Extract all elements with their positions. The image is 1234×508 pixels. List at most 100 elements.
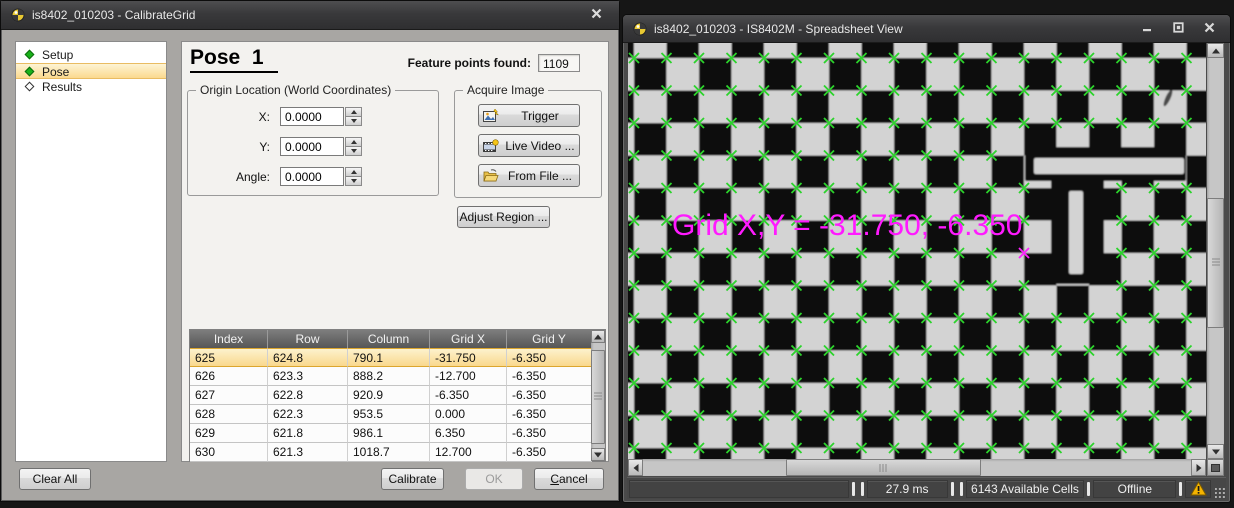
pose-title: Pose 1 <box>190 46 278 73</box>
table-cell[interactable]: 622.8 <box>268 386 348 405</box>
spin-down-icon[interactable] <box>345 117 362 126</box>
spin-up-icon[interactable] <box>345 137 362 147</box>
table-cell[interactable]: 12.700 <box>430 443 507 462</box>
spin-up-icon[interactable] <box>345 167 362 177</box>
status-separator <box>852 482 855 496</box>
live-video-button[interactable]: Live Video ... <box>478 134 580 157</box>
table-cell[interactable]: 625 <box>190 348 268 367</box>
table-cell[interactable]: 920.9 <box>348 386 430 405</box>
x-input[interactable] <box>280 107 344 126</box>
table-cell[interactable]: 624.8 <box>268 348 348 367</box>
table-cell[interactable]: 888.2 <box>348 367 430 386</box>
close-icon[interactable] <box>585 8 607 22</box>
y-input[interactable] <box>280 137 344 156</box>
insight-app-icon <box>633 22 647 36</box>
calibration-grid-image[interactable]: Grid X,Y = -31.750, -6.350 <box>628 43 1206 459</box>
calibrate-button[interactable]: Calibrate <box>381 468 444 490</box>
sidebar-item-pose[interactable]: Pose <box>16 63 166 79</box>
scroll-left-icon[interactable] <box>628 459 643 476</box>
vertical-scrollbar[interactable] <box>1207 43 1224 459</box>
adjust-region-button[interactable]: Adjust Region ... <box>457 206 550 228</box>
status-warning[interactable] <box>1185 480 1211 498</box>
x-spinner[interactable] <box>345 107 362 126</box>
table-cell[interactable]: 986.1 <box>348 424 430 443</box>
scroll-up-icon[interactable] <box>591 330 605 343</box>
spin-down-icon[interactable] <box>345 177 362 186</box>
column-header[interactable]: Row <box>268 330 348 348</box>
sidebar-item-setup[interactable]: Setup <box>16 47 166 63</box>
cancel-button[interactable]: Cancel <box>534 468 604 490</box>
scroll-down-icon[interactable] <box>591 448 605 461</box>
close-icon[interactable] <box>1198 22 1220 36</box>
scroll-down-icon[interactable] <box>1207 444 1224 459</box>
table-cell[interactable]: 6.350 <box>430 424 507 443</box>
from-file-button-label: From File ... <box>505 169 575 183</box>
spin-down-icon[interactable] <box>345 147 362 156</box>
maximize-icon[interactable] <box>1167 22 1189 36</box>
angle-spinner[interactable] <box>345 167 362 186</box>
angle-label: Angle: <box>188 170 270 184</box>
step-complete-icon <box>25 50 35 60</box>
thumb-grip <box>879 464 888 472</box>
feature-points-row: Feature points found: 1109 <box>408 54 580 72</box>
column-header[interactable]: Grid X <box>430 330 507 348</box>
table-cell[interactable]: 629 <box>190 424 268 443</box>
pose-panel: Pose 1 Feature points found: 1109 Origin… <box>181 41 609 462</box>
clear-all-button[interactable]: Clear All <box>19 468 91 490</box>
sidebar-item-results[interactable]: Results <box>16 79 166 95</box>
table-cell[interactable]: 953.5 <box>348 405 430 424</box>
table-cell[interactable]: 621.3 <box>268 443 348 462</box>
angle-input[interactable] <box>280 167 344 186</box>
spreadsheet-view-window: is8402_010203 - IS8402M - Spreadsheet Vi… <box>622 14 1231 503</box>
from-file-button[interactable]: From File ... <box>478 164 580 187</box>
vertical-scrollbar-thumb[interactable] <box>1207 198 1224 328</box>
table-cell[interactable]: 1018.7 <box>348 443 430 462</box>
scrollbar-corner-button[interactable] <box>1207 459 1224 476</box>
status-separator <box>861 482 864 496</box>
table-cell[interactable]: 626 <box>190 367 268 386</box>
scroll-right-icon[interactable] <box>1191 459 1206 476</box>
table-cell[interactable]: -6.350 <box>507 424 592 443</box>
step-pending-icon <box>25 82 35 92</box>
table-cell[interactable]: 627 <box>190 386 268 405</box>
thumb-grip <box>594 393 602 402</box>
table-cell[interactable]: 630 <box>190 443 268 462</box>
column-header[interactable]: Index <box>190 330 268 348</box>
horizontal-scrollbar[interactable] <box>628 459 1206 476</box>
table-cell[interactable]: -6.350 <box>507 405 592 424</box>
table-cell[interactable]: 790.1 <box>348 348 430 367</box>
table-cell[interactable]: -6.350 <box>430 386 507 405</box>
ok-button[interactable]: OK <box>465 468 523 490</box>
table-cell[interactable]: 623.3 <box>268 367 348 386</box>
column-header[interactable]: Column <box>348 330 430 348</box>
table-cell[interactable]: -6.350 <box>507 443 592 462</box>
table-cell[interactable]: -6.350 <box>507 348 592 367</box>
column-header[interactable]: Grid Y <box>507 330 592 348</box>
trigger-button-label: Trigger <box>505 109 575 123</box>
table-cell[interactable]: 0.000 <box>430 405 507 424</box>
sidebar-item-label: Results <box>42 80 82 94</box>
warning-triangle-icon <box>1190 481 1207 496</box>
horizontal-scrollbar-thumb[interactable] <box>786 459 981 476</box>
table-cell[interactable]: 622.3 <box>268 405 348 424</box>
trigger-button[interactable]: Trigger <box>478 104 580 127</box>
table-cell[interactable]: -31.750 <box>430 348 507 367</box>
spreadsheet-titlebar[interactable]: is8402_010203 - IS8402M - Spreadsheet Vi… <box>623 15 1230 43</box>
table-scrollbar-thumb[interactable] <box>591 350 605 444</box>
table-cell[interactable]: -6.350 <box>507 367 592 386</box>
table-scrollbar[interactable] <box>591 330 605 461</box>
table-cell[interactable]: -6.350 <box>507 386 592 405</box>
table-cell[interactable]: -12.700 <box>430 367 507 386</box>
calibrate-dialog-titlebar[interactable]: is8402_010203 - CalibrateGrid <box>1 1 619 30</box>
resize-grip[interactable] <box>1215 487 1226 499</box>
origin-group-title: Origin Location (World Coordinates) <box>196 83 395 97</box>
y-label: Y: <box>188 140 270 154</box>
table-cell[interactable]: 628 <box>190 405 268 424</box>
y-spinner[interactable] <box>345 137 362 156</box>
film-strip-icon <box>483 139 499 153</box>
table-cell[interactable]: 621.8 <box>268 424 348 443</box>
minimize-icon[interactable] <box>1136 22 1158 36</box>
scroll-up-icon[interactable] <box>1207 43 1224 58</box>
sidebar-item-label: Pose <box>42 65 69 79</box>
spin-up-icon[interactable] <box>345 107 362 117</box>
